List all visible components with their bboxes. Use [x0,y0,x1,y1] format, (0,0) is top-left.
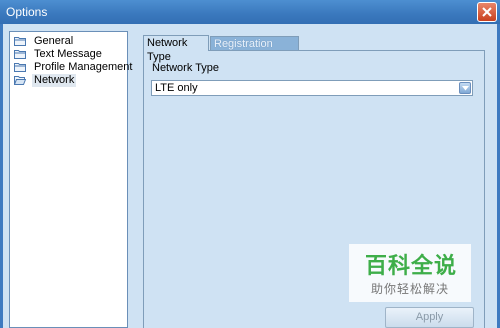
window-title: Options [6,5,48,19]
chevron-down-icon [462,86,469,91]
network-type-value: LTE only [155,82,198,94]
tab-registration-mode[interactable]: Registration Mode [210,36,299,64]
options-tree: General Text Message Profile Management … [9,31,132,328]
watermark: 百科全说 助你轻松解决 [349,244,471,302]
close-button[interactable] [477,2,497,22]
tree-item-label: Profile Management [34,61,133,73]
tree-item-label: Text Message [34,48,102,60]
title-bar: Options [0,0,500,24]
watermark-title: 百科全说 [365,253,458,278]
dropdown-button[interactable] [459,82,471,94]
apply-button[interactable]: Apply [385,307,474,328]
folder-open-icon [14,76,26,85]
tree-item-label: General [34,35,74,47]
folder-icon [14,50,26,59]
tree-item-label: Network [32,74,77,87]
watermark-subtitle: 助你轻松解决 [371,282,450,296]
folder-icon [14,37,26,46]
folder-icon [14,63,26,72]
network-type-select[interactable]: LTE only [151,80,473,96]
close-icon [482,7,492,17]
tab-network-type[interactable]: Network Type [143,35,209,63]
